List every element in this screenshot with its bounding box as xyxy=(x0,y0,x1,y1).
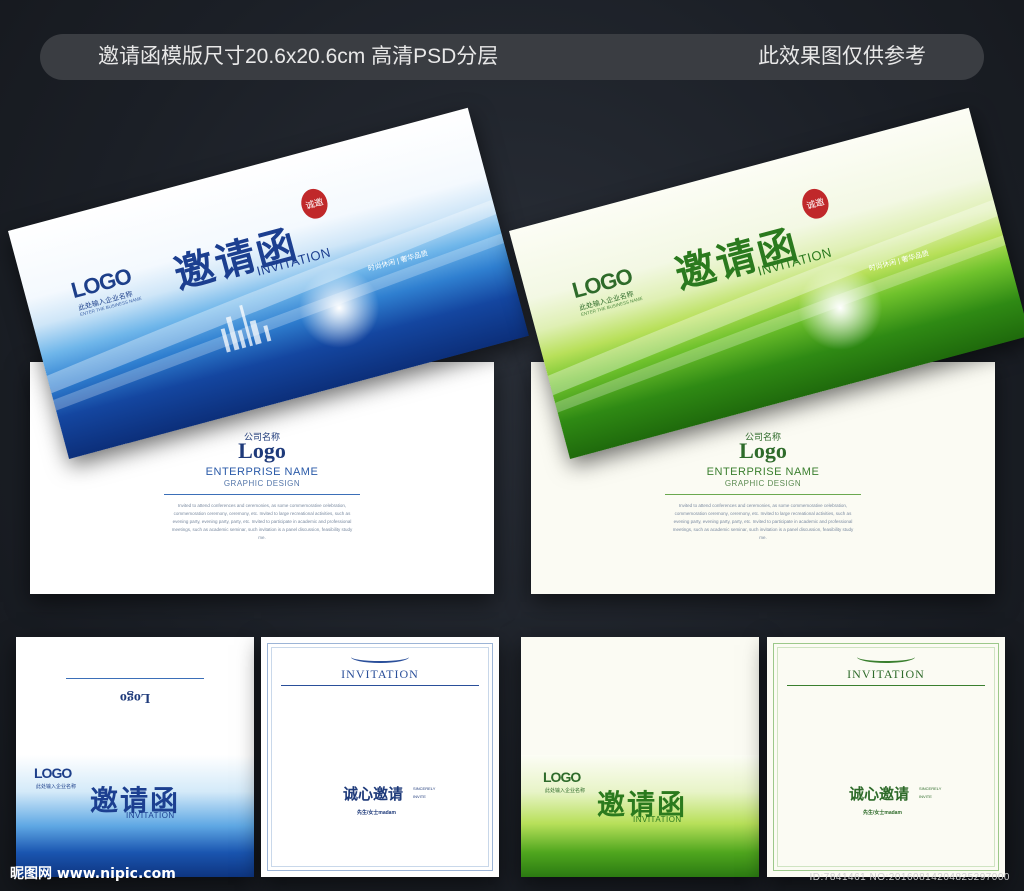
heading-rule xyxy=(281,685,479,686)
green-flat-cover: LOGO 此处输入企业名称 邀请函 INVITATION xyxy=(521,637,759,877)
blue-inside-page: INVITATION 诚心邀请 SINCERELY INVITE 先生/女士ma… xyxy=(261,637,499,877)
flat-cover-green: LOGO 此处输入企业名称 邀请函 INVITATION xyxy=(521,755,759,877)
inner-enterprise-name: ENTERPRISE NAME xyxy=(706,466,820,478)
seal-text: 诚邀 xyxy=(805,197,826,212)
blue-flat-cover: Logo LOGO 此处输入企业名称 邀请函 INVITATION xyxy=(16,637,254,877)
salutation-text: 先生/女士madam xyxy=(357,810,396,816)
header-banner: 邀请函模版尺寸20.6x20.6cm 高清PSD分层 此效果图仅供参考 xyxy=(40,34,984,80)
image-id-text: ID:7841461 NO:20160814204825297000 xyxy=(809,872,1010,883)
green-flipped-inner xyxy=(521,637,759,755)
inside-heading: INVITATION xyxy=(847,667,925,681)
cover-company-placeholder: 此处输入企业名称 xyxy=(545,788,586,794)
cover-logo: LOGO xyxy=(34,765,72,781)
flipped-rule xyxy=(66,678,204,679)
sincere-invite-en: SINCERELY INVITE xyxy=(413,786,436,799)
sincere-invite-heading: 诚心邀请 xyxy=(849,785,910,803)
cover-title-en: INVITATION xyxy=(126,811,175,820)
ornament-icon xyxy=(351,651,409,663)
site-watermark: 昵图网 www.nipic.com xyxy=(10,866,176,882)
flat-cover-blue: LOGO 此处输入企业名称 邀请函 INVITATION xyxy=(16,755,254,877)
seal-text: 诚邀 xyxy=(304,197,325,212)
inner-graphic-design: GRAPHIC DESIGN xyxy=(223,479,301,488)
heading-rule xyxy=(787,685,985,686)
inner-graphic-design: GRAPHIC DESIGN xyxy=(724,479,802,488)
inner-enterprise-name: ENTERPRISE NAME xyxy=(205,466,319,478)
flipped-inner: Logo xyxy=(16,637,254,755)
inner-divider xyxy=(164,494,360,495)
banner-spec-text: 邀请函模版尺寸20.6x20.6cm 高清PSD分层 xyxy=(98,45,499,68)
sincere-invite-heading: 诚心邀请 xyxy=(343,785,404,803)
salutation-text: 先生/女士madam xyxy=(863,810,902,816)
flipped-logo: Logo xyxy=(119,690,151,705)
banner-note-text: 此效果图仅供参考 xyxy=(758,45,926,68)
cover-title-en: INVITATION xyxy=(633,815,682,824)
inner-body-text: Invited to attend conferences and ceremo… xyxy=(171,503,353,540)
inner-divider xyxy=(665,494,861,495)
ornament-icon xyxy=(857,651,915,663)
inside-heading: INVITATION xyxy=(341,667,419,681)
sincere-invite-en: SINCERELY INVITE xyxy=(919,786,942,799)
cover-logo: LOGO xyxy=(543,769,581,785)
inner-body-text: Invited to attend conferences and ceremo… xyxy=(672,503,854,540)
cover-company-placeholder: 此处输入企业名称 xyxy=(36,784,77,790)
green-inside-page: INVITATION 诚心邀请 SINCERELY INVITE 先生/女士ma… xyxy=(767,637,1005,877)
